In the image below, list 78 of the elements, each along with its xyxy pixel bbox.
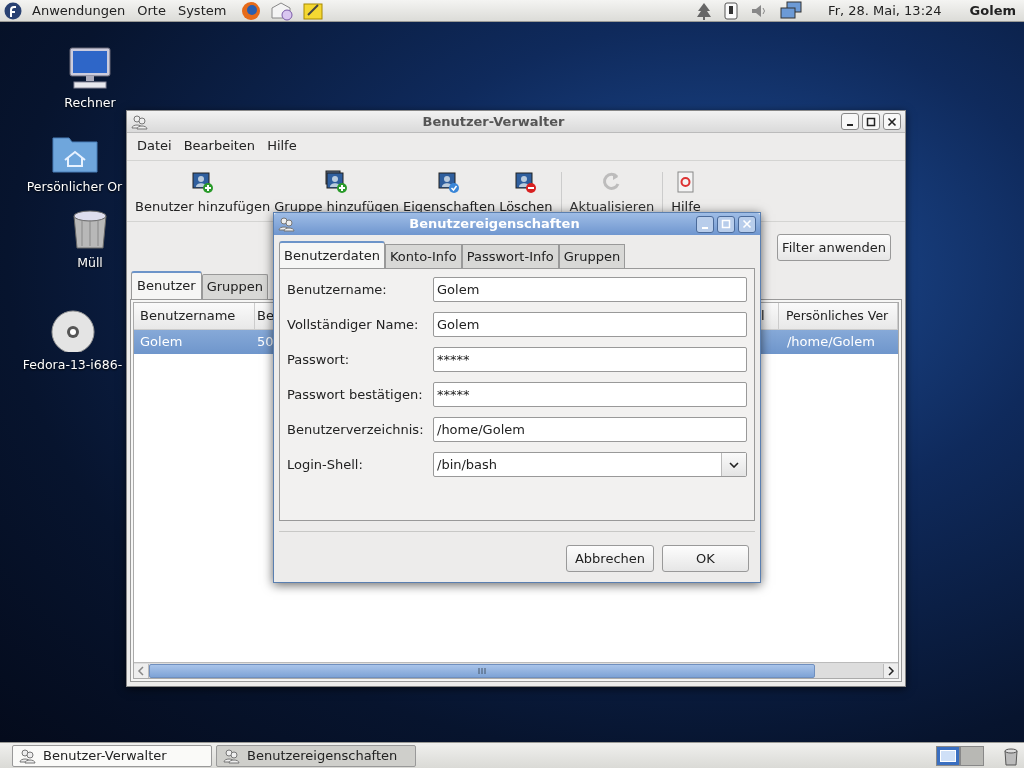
computer-icon[interactable] [66,46,114,90]
users-icon [223,747,241,764]
field-label: Vollständiger Name: [287,315,420,334]
toolbar-button[interactable]: Benutzer hinzufügen [133,169,273,216]
field-label: Passwort bestätigen: [287,385,424,404]
tree-icon[interactable] [696,1,713,20]
menu-item[interactable]: Hilfe [261,136,303,156]
desktop-icon-label[interactable]: Fedora-13-i686- [22,356,123,375]
filter-button[interactable]: Filter anwenden [777,234,891,261]
field-label: Benutzername: [287,280,388,299]
user-add-icon [190,169,215,194]
user-remove-icon [513,169,538,194]
maximize-icon [721,219,731,229]
close-icon [887,116,897,127]
dialog-button[interactable]: OK [662,545,749,572]
table-cell-text: /home/Golem [786,333,875,352]
tab[interactable]: Passwort-Info [461,244,559,268]
taskbar-button[interactable]: Benutzereigenschaften [216,744,416,767]
field-label: Benutzerverzeichnis: [287,420,425,439]
tab[interactable]: Benutzer [131,271,202,299]
group-add-icon [324,169,349,194]
clock[interactable]: Fr, 28. Mai, 13:24 [828,0,942,21]
panel-menu[interactable]: System [171,0,233,21]
close-button[interactable] [883,113,901,130]
text-field[interactable]: /home/Golem [433,417,747,442]
maximize-icon [866,116,876,127]
tab[interactable]: Benutzerdaten [279,241,385,268]
column-header[interactable]: Persönliches Ver [778,303,898,329]
minimize-icon [847,124,853,126]
maximize-button[interactable] [862,113,880,130]
scroll-left-icon [134,663,149,678]
minimize-button[interactable] [841,113,859,130]
text-field[interactable]: Golem [433,312,747,337]
user-check-icon [437,169,462,194]
users-icon [278,216,296,232]
users-icon [19,747,37,764]
workspace-switcher[interactable] [960,745,984,766]
panel-menu[interactable]: Anwendungen [26,0,132,21]
notepad-icon[interactable] [302,0,325,21]
desktop-icon-label[interactable]: Müll [77,254,103,273]
text-field[interactable]: ***** [433,347,747,372]
dialog-button[interactable]: Abbrechen [566,545,654,572]
device-icon[interactable] [724,1,739,20]
dialog-title: Benutzereigenschaften [409,215,580,234]
taskbar-button[interactable]: Benutzer-Verwalter [12,744,212,767]
table-cell-text: Golem [140,333,183,352]
dvd-icon[interactable] [48,308,97,352]
mail-clock-icon[interactable] [270,0,295,21]
close-icon [742,219,752,229]
user-name[interactable]: Golem [969,0,1016,21]
field-label: Passwort: [287,350,351,369]
users-icon [131,113,149,130]
menu-item[interactable]: Datei [131,136,178,156]
minimize-icon [702,226,708,229]
desktop-icon-label[interactable]: Rechner [64,94,116,113]
fedora-logo-icon [4,1,22,20]
panel-menu[interactable]: Orte [131,0,172,21]
scroll-right-icon [883,663,898,678]
tab[interactable]: Gruppen [558,244,626,268]
chevron-down-icon [729,461,739,468]
globe-icon[interactable] [240,0,263,21]
text-field[interactable]: ***** [433,382,747,407]
window-title: Benutzer-Verwalter [422,112,565,131]
menu-item[interactable]: Bearbeiten [177,136,262,156]
login-shell-dropdown[interactable]: /bin/bash [433,452,747,477]
desktop-icon-label[interactable]: Persönlicher Or [26,178,123,197]
scrollbar-thumb[interactable] [149,663,815,678]
field-label: Login-Shell: [287,455,364,474]
workspace-switcher[interactable] [936,745,960,766]
table-cell-text: 50 [257,333,274,352]
text-field[interactable]: Golem [433,277,747,302]
grip-icon [478,667,486,674]
tab[interactable]: Konto-Info [385,244,462,268]
horizontal-scrollbar[interactable] [134,662,898,678]
network-icon[interactable] [780,0,805,21]
toolbar-button[interactable]: Hilfe [669,169,703,216]
column-header[interactable]: Benutzername [134,303,256,329]
tab[interactable]: Gruppen [201,274,269,299]
